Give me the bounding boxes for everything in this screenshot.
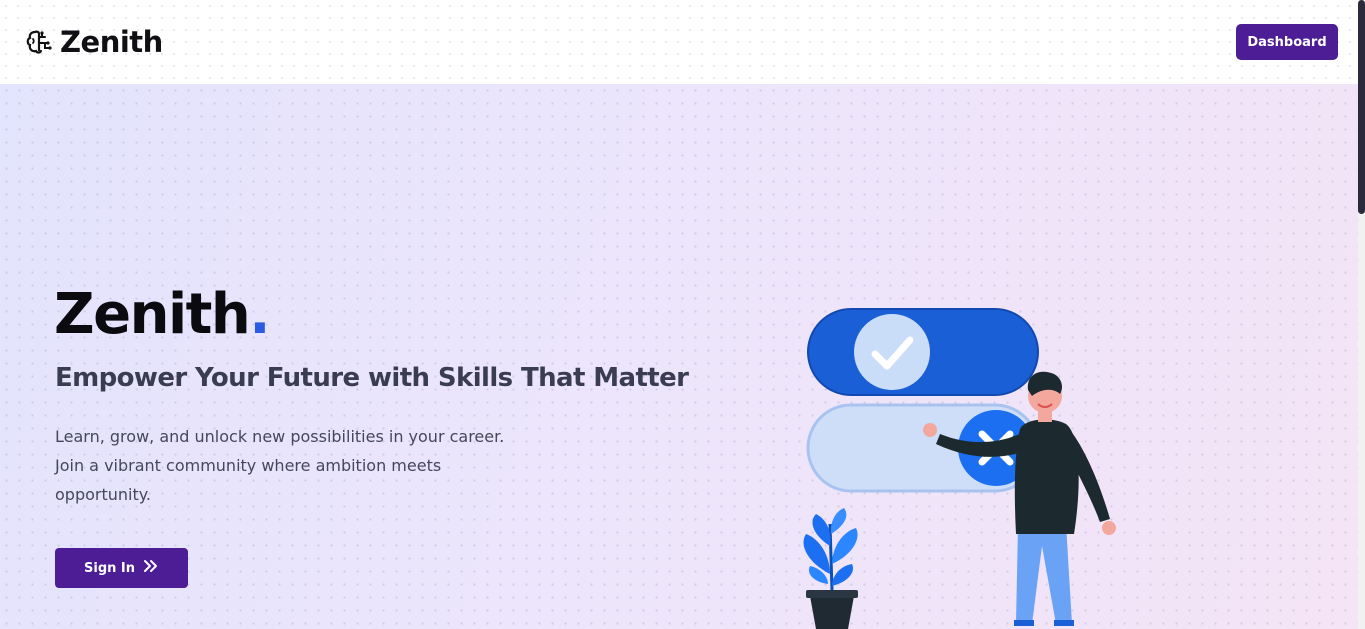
double-chevron-right-icon	[143, 559, 159, 577]
dashboard-button[interactable]: Dashboard	[1236, 24, 1338, 60]
brain-icon	[24, 27, 54, 57]
hero-description-line: Learn, grow, and unlock new possibilitie…	[55, 427, 505, 446]
landing-page: Zenith Dashboard Zenith. Empower Your Fu…	[0, 0, 1365, 629]
dot-pattern-background	[0, 84, 1358, 629]
hero-subtitle: Empower Your Future with Skills That Mat…	[55, 363, 689, 393]
hero-description-line: Join a vibrant community where ambition …	[55, 456, 442, 475]
sign-in-button[interactable]: Sign In	[55, 548, 188, 588]
hero-section: Zenith. Empower Your Future with Skills …	[0, 84, 1358, 629]
brand-logo[interactable]: Zenith	[24, 22, 163, 62]
brand-name: Zenith	[60, 25, 163, 59]
scrollbar-thumb[interactable]	[1358, 0, 1365, 214]
hero-title: Zenith.	[54, 280, 271, 350]
top-navbar: Zenith Dashboard	[0, 0, 1358, 84]
hero-description: Learn, grow, and unlock new possibilitie…	[55, 422, 515, 509]
sign-in-label: Sign In	[84, 560, 135, 576]
vertical-scrollbar[interactable]	[1358, 0, 1365, 629]
person-with-toggles-illustration	[770, 284, 1150, 629]
hero-title-text: Zenith	[54, 282, 251, 347]
hero-title-dot: .	[249, 282, 270, 347]
hero-description-line: opportunity.	[55, 485, 152, 504]
